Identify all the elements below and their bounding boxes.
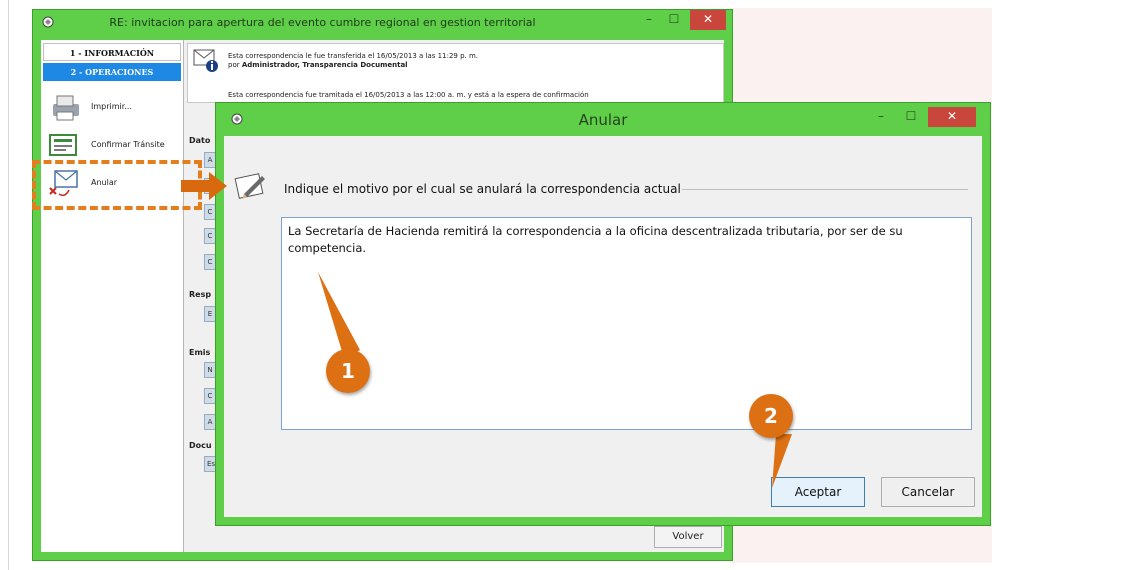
section-label-datos: Dato xyxy=(189,136,211,145)
edit-document-icon xyxy=(234,173,265,199)
motive-textarea[interactable]: La Secretaría de Hacienda remitirá la co… xyxy=(281,217,972,430)
transfer-by-user: Administrador, Transparencia Documental xyxy=(241,61,408,69)
volver-button[interactable]: Volver xyxy=(654,526,722,548)
tab-informacion[interactable]: 1 - INFORMACIÓN xyxy=(43,43,181,61)
highlight-anular-box xyxy=(32,160,202,210)
cancelar-button[interactable]: Cancelar xyxy=(881,477,975,507)
info-envelope-icon xyxy=(193,49,218,72)
transfer-by-prefix: por xyxy=(228,61,242,69)
confirm-document-icon xyxy=(49,134,77,156)
motive-prompt: Indique el motivo por el cual se anulará… xyxy=(284,182,681,196)
sidebar-item-label: Imprimir... xyxy=(91,102,132,111)
processing-note: Esta correspondencia fue tramitada el 16… xyxy=(228,91,589,99)
section-label-emisor: Emis xyxy=(189,348,211,357)
sidebar-item-confirmar-transito[interactable]: Confirmar Tránsite xyxy=(45,128,181,162)
transfer-note: Esta correspondencia le fue transferida … xyxy=(228,52,479,60)
window-title: RE: invitacion para apertura del evento … xyxy=(109,16,536,29)
sidebar-item-imprimir[interactable]: Imprimir... xyxy=(45,90,181,124)
page-left-border xyxy=(8,0,9,570)
step-2-badge: 2 xyxy=(749,394,793,438)
fieldset-divider xyxy=(682,189,968,190)
transfer-by: por Administrador, Transparencia Documen… xyxy=(228,61,408,69)
tab-operaciones[interactable]: 2 - OPERACIONES xyxy=(43,63,181,81)
dialog-titlebar[interactable]: Anular – ☐ ✕ xyxy=(216,103,990,131)
operations-sidebar: 1 - INFORMACIÓN 2 - OPERACIONES Imprimir… xyxy=(41,40,184,552)
sidebar-item-label: Confirmar Tránsite xyxy=(91,140,165,149)
minimize-button[interactable]: – xyxy=(870,107,892,127)
maximize-button[interactable]: ☐ xyxy=(663,10,685,30)
maximize-button[interactable]: ☐ xyxy=(900,107,922,127)
arrow-right-icon xyxy=(181,172,227,200)
section-label-documento: Docu xyxy=(189,441,212,450)
section-label-responsable: Resp xyxy=(189,290,212,299)
message-info-panel: Esta correspondencia le fue transferida … xyxy=(187,43,724,103)
window-titlebar[interactable]: RE: invitacion para apertura del evento … xyxy=(33,10,732,38)
close-button[interactable]: ✕ xyxy=(690,10,726,30)
close-button[interactable]: ✕ xyxy=(928,107,976,127)
callout-pointer-2 xyxy=(772,434,792,488)
step-1-badge: 1 xyxy=(326,349,370,393)
minimize-button[interactable]: – xyxy=(638,10,660,30)
printer-icon xyxy=(53,95,79,121)
